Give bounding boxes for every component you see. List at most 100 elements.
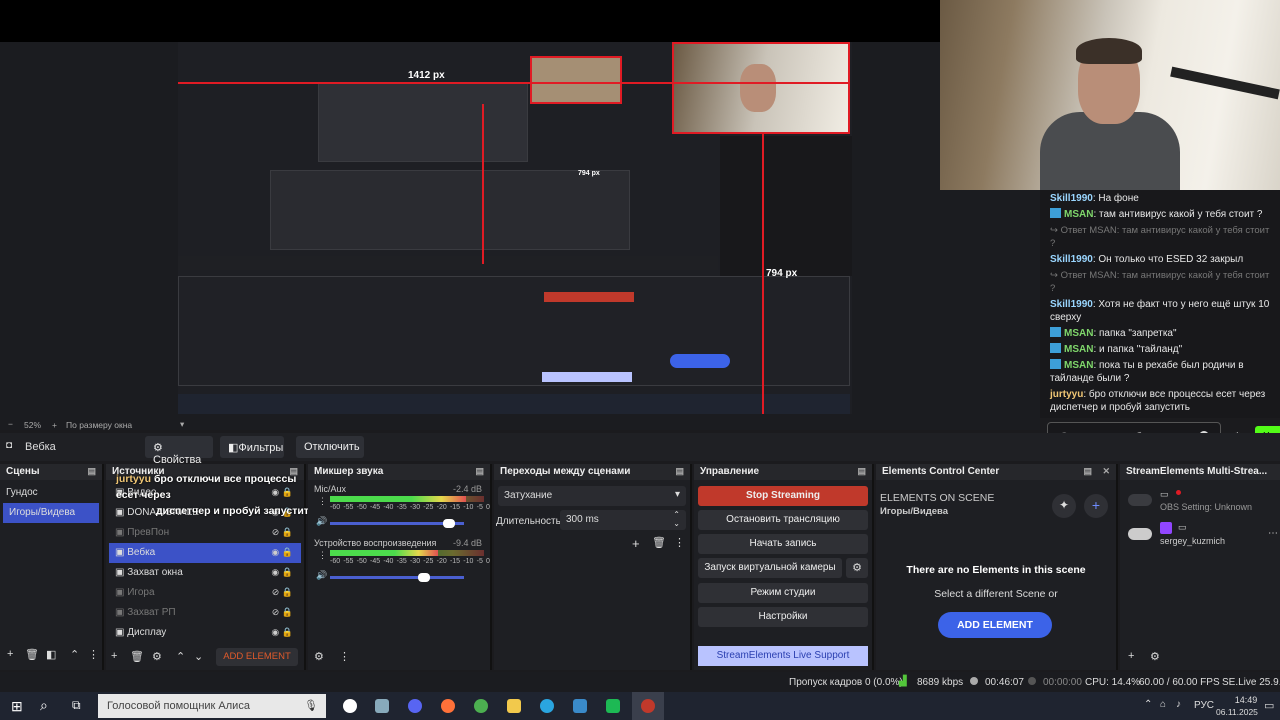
dock-menu-icon[interactable]: ▤ [675, 466, 684, 477]
transition-select[interactable]: Затухание ▾ [498, 486, 686, 506]
chevron-up-icon[interactable]: ⌃ [1144, 699, 1152, 710]
search-icon[interactable]: ⌕ [40, 697, 48, 714]
add-element-button[interactable]: ADD ELEMENT [216, 648, 298, 666]
chat-username[interactable]: MSAN [1064, 344, 1093, 355]
more-icon[interactable]: ⋮ [88, 648, 99, 661]
source-item[interactable]: ▣ ПревПон ⊘ 🔒 [109, 523, 301, 543]
clock-date[interactable]: 06.11.2025 [1216, 707, 1258, 717]
dock-menu-icon[interactable]: ▤ [475, 466, 484, 477]
visibility-icon[interactable]: ⊘ [272, 527, 282, 537]
close-icon[interactable]: ✕ [1102, 466, 1110, 477]
chrome-icon[interactable] [474, 699, 488, 713]
visibility-icon[interactable]: ⊘ [272, 587, 282, 597]
properties-button[interactable]: ⚙ Свойства [145, 436, 213, 466]
volume-slider-handle[interactable] [418, 573, 431, 582]
notification-icon[interactable]: ▭ [1264, 699, 1274, 712]
lock-icon[interactable]: 🔒 [282, 567, 293, 577]
app-icon[interactable] [375, 699, 389, 713]
chat-username[interactable]: MSAN [1064, 360, 1093, 371]
visibility-icon[interactable]: ◉ [271, 567, 281, 577]
network-icon[interactable]: ⌂ [1160, 699, 1166, 710]
zoom-out-icon[interactable]: − [8, 419, 13, 429]
preview-canvas[interactable]: 1412 px 794 px 794 px [178, 42, 852, 414]
duration-input[interactable]: 300 ms ⌃ ⌄ [560, 510, 686, 530]
telegram-icon[interactable] [540, 699, 554, 713]
gear-icon[interactable]: ⚙ [846, 558, 868, 578]
source-item[interactable]: ▣ Захват РП ⊘ 🔒 [109, 603, 301, 623]
chevron-down-icon[interactable]: ⌄ [194, 650, 203, 663]
filters-button[interactable]: ◧Фильтры [220, 436, 284, 458]
chat-username[interactable]: Skill1990 [1050, 299, 1093, 310]
speaker-icon[interactable]: 🔊 [316, 570, 327, 581]
yandex-icon[interactable] [343, 699, 357, 713]
visibility-icon[interactable]: ◉ [271, 547, 281, 557]
add-icon[interactable]: + [1084, 494, 1108, 518]
trash-icon[interactable]: 🗑 [25, 648, 39, 661]
chevron-down-icon[interactable]: ▾ [180, 419, 184, 430]
task-view-icon[interactable]: ⧉ [72, 698, 81, 713]
chat-username[interactable]: MSAN [1064, 209, 1093, 220]
speaker-icon[interactable]: 🔊 [316, 516, 327, 527]
more-icon[interactable]: ⋮ [318, 496, 327, 507]
source-item-selected[interactable]: ▣ Вебка ◉ 🔒 [109, 543, 301, 563]
gear-icon[interactable]: ⚙ [1150, 650, 1160, 663]
chat-username[interactable]: Skill1990 [1050, 193, 1093, 204]
microphone-icon[interactable]: 🎙 [304, 699, 318, 712]
add-icon[interactable]: + [7, 648, 13, 660]
dock-menu-icon[interactable]: ▤ [87, 466, 96, 477]
volume-slider-handle[interactable] [442, 519, 455, 528]
chevron-up-icon[interactable]: ⌃ [176, 650, 185, 663]
lock-icon[interactable]: 🔒 [282, 587, 293, 597]
sparkle-icon[interactable]: ✦ [1052, 494, 1076, 518]
stop-streaming-button[interactable]: Stop Streaming [698, 486, 868, 506]
lock-icon[interactable]: 🔒 [282, 627, 293, 637]
dock-menu-icon[interactable]: ▤ [1083, 466, 1092, 477]
scene-item[interactable]: Гундос [0, 483, 102, 503]
app-icon-2[interactable] [573, 699, 587, 713]
volume-slider[interactable] [330, 573, 464, 582]
gear-icon[interactable]: ⚙ [152, 650, 162, 663]
add-icon[interactable]: + [632, 536, 640, 551]
source-item[interactable]: ▣ Дисплау ◉ 🔒 [109, 623, 301, 643]
filter-icon[interactable]: ◧ [46, 648, 56, 661]
discord-icon[interactable] [408, 699, 422, 713]
visibility-icon[interactable]: ◉ [271, 627, 281, 637]
trash-icon[interactable]: 🗑 [652, 536, 666, 549]
folder-icon[interactable] [507, 699, 521, 713]
add-icon[interactable]: + [1128, 650, 1134, 662]
volume-slider[interactable] [330, 519, 464, 528]
more-icon[interactable]: ⋮ [339, 651, 350, 663]
more-icon[interactable]: ⋮ [674, 536, 685, 549]
visibility-icon[interactable]: ⊘ [272, 607, 282, 617]
app-icon-3[interactable] [606, 699, 620, 713]
trash-icon[interactable]: 🗑 [130, 650, 144, 663]
source-item[interactable]: ▣ Игора ⊘ 🔒 [109, 583, 301, 603]
more-icon[interactable]: ⋮ [318, 550, 327, 561]
clock-time[interactable]: 14:49 [1224, 695, 1268, 705]
studio-mode-button[interactable]: Режим студии [698, 583, 868, 603]
obs-taskbar-active[interactable] [632, 692, 664, 720]
dock-menu-icon[interactable]: ▤ [857, 466, 866, 477]
speaker-icon[interactable]: ♪ [1176, 699, 1181, 710]
stepper-icon[interactable]: ⌃ ⌄ [673, 510, 680, 528]
chevron-up-icon[interactable]: ⌃ [70, 648, 79, 661]
lock-icon[interactable]: 🔒 [282, 547, 293, 557]
language-indicator[interactable]: РУС [1194, 700, 1214, 711]
chat-username[interactable]: jurtyyu [1050, 389, 1083, 400]
virtual-camera-button[interactable]: Запуск виртуальной камеры [698, 558, 842, 578]
firefox-icon[interactable] [441, 699, 455, 713]
start-recording-button[interactable]: Начать запись [698, 534, 868, 554]
add-icon[interactable]: + [111, 650, 117, 662]
lock-icon[interactable]: 🔒 [282, 527, 293, 537]
zoom-in-icon[interactable]: + [52, 420, 57, 430]
taskbar-search[interactable]: Голосовой помощник Алиса 🎙 [98, 694, 326, 718]
scene-item-selected[interactable]: Игоры/Видева [3, 503, 99, 523]
add-element-button[interactable]: ADD ELEMENT [938, 612, 1052, 638]
windows-start-icon[interactable]: ⊞ [11, 698, 23, 715]
toggle-switch-2[interactable] [1128, 528, 1152, 540]
live-support-button[interactable]: StreamElements Live Support [698, 646, 868, 666]
stop-broadcast-button[interactable]: Остановить трансляцию [698, 510, 868, 530]
toggle-switch[interactable] [1128, 494, 1152, 506]
settings-button[interactable]: Настройки [698, 607, 868, 627]
chat-username[interactable]: MSAN [1064, 328, 1093, 339]
